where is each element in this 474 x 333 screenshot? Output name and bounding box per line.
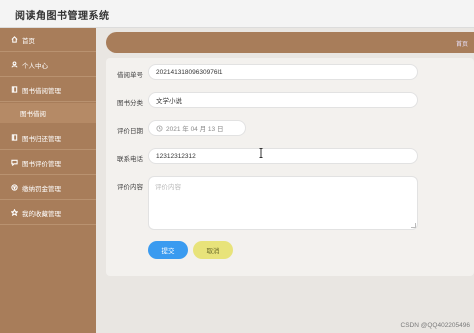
breadcrumb: 首页	[106, 32, 474, 53]
phone-input[interactable]: 12312312312	[148, 148, 418, 164]
sidebar-item-favorites-management[interactable]: 我的收藏管理	[0, 201, 96, 225]
review-content-label: 评价内容	[117, 184, 143, 191]
cancel-button[interactable]: 取消	[193, 241, 233, 259]
sidebar-item-label: 我的收藏管理	[22, 210, 61, 218]
app-title: 阅读角图书管理系统	[15, 11, 110, 22]
submit-button[interactable]: 提交	[148, 241, 188, 259]
breadcrumb-home-link[interactable]: 首页	[456, 39, 468, 48]
sidebar-item-home[interactable]: 首页	[0, 28, 96, 52]
category-value: 文学小说	[156, 98, 182, 105]
form-panel: 借阅单号 20214131809630976l1 图书分类 文学小说 评价日期 …	[106, 58, 474, 276]
category-input[interactable]: 文学小说	[148, 92, 418, 108]
comment-icon	[10, 159, 18, 167]
home-icon	[10, 36, 18, 44]
review-date-label: 评价日期	[117, 128, 143, 135]
borrow-no-value: 20214131809630976l1	[156, 68, 223, 76]
borrow-no-input[interactable]: 20214131809630976l1	[148, 64, 418, 80]
sidebar-item-label: 图书评价管理	[22, 160, 61, 168]
sidebar-item-label: 个人中心	[22, 62, 48, 70]
review-content-textarea[interactable]: 评价内容	[148, 176, 418, 230]
category-label: 图书分类	[117, 100, 143, 107]
sidebar-item-borrow-management[interactable]: 图书借阅管理	[0, 78, 96, 102]
resize-handle[interactable]	[411, 223, 416, 228]
sidebar-item-fine-management[interactable]: 缴纳罚金管理	[0, 176, 96, 200]
text-cursor-icon	[259, 148, 263, 158]
borrow-no-label: 借阅单号	[117, 72, 143, 79]
sidebar-item-label: 首页	[22, 37, 35, 45]
money-icon	[10, 184, 18, 192]
sidebar-item-label: 图书借阅管理	[22, 87, 61, 95]
sidebar: 首页 个人中心 图书借阅管理 图书借阅 图书归还管理 图书评价管理 缴纳罚金管理…	[0, 28, 96, 333]
sidebar-item-label: 缴纳罚金管理	[22, 185, 61, 193]
sidebar-item-return-management[interactable]: 图书归还管理	[0, 126, 96, 150]
phone-label: 联系电话	[117, 156, 143, 163]
sidebar-subitem-label: 图书借阅	[20, 111, 46, 118]
review-date-picker[interactable]: 2021 年 04 月 13 日	[148, 120, 246, 136]
calendar-icon	[156, 124, 166, 132]
book-icon	[10, 134, 18, 142]
sidebar-item-review-management[interactable]: 图书评价管理	[0, 151, 96, 175]
sidebar-subitem-borrow[interactable]: 图书借阅	[0, 103, 96, 123]
user-icon	[10, 61, 18, 69]
book-icon	[10, 86, 18, 94]
review-content-placeholder: 评价内容	[155, 184, 181, 191]
star-icon	[10, 209, 18, 217]
phone-value: 12312312312	[156, 152, 196, 160]
review-date-value: 2021 年 04 月 13 日	[166, 126, 224, 133]
sidebar-item-label: 图书归还管理	[22, 135, 61, 143]
top-bar: 阅读角图书管理系统	[0, 0, 474, 28]
sidebar-item-profile[interactable]: 个人中心	[0, 53, 96, 77]
watermark: CSDN @QQ402205496	[400, 322, 470, 329]
